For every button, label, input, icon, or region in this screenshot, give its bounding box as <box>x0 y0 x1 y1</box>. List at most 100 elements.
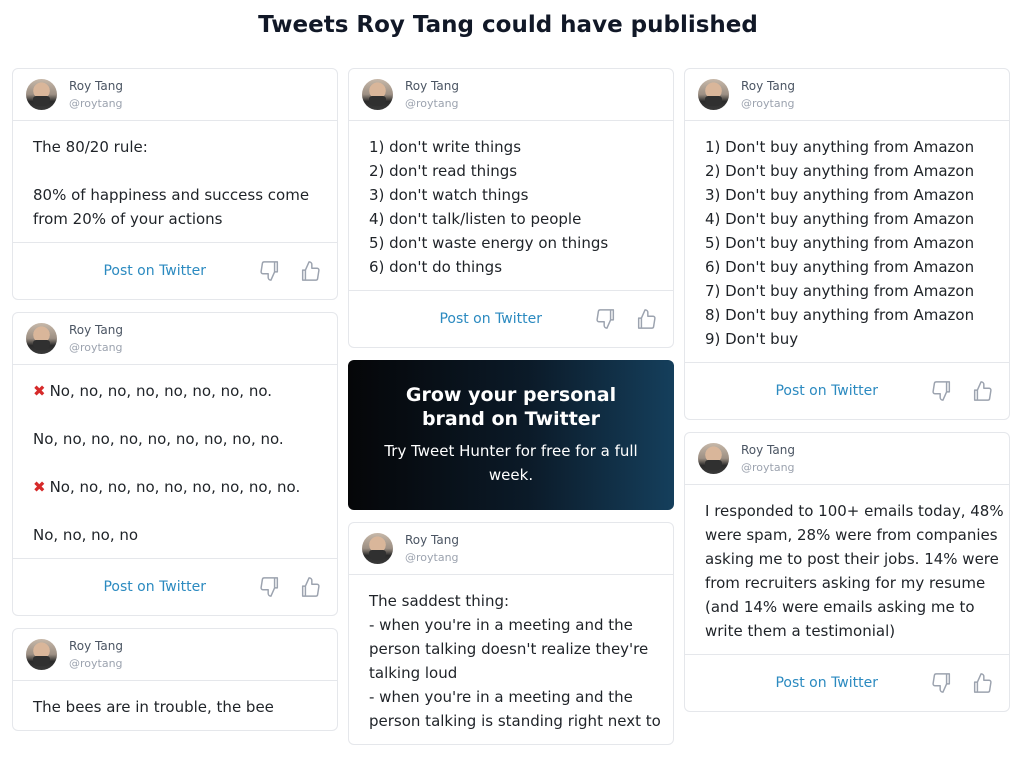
avatar <box>26 639 57 670</box>
tweet-line: person talking doesn't realize they're <box>369 640 649 658</box>
promo-subtitle: Try Tweet Hunter for free for a full wee… <box>384 442 638 484</box>
tweet-line: write them a testimonial) <box>705 622 896 640</box>
tweet-line: 6) Don't buy anything from Amazon <box>705 258 975 276</box>
post-on-twitter-link[interactable]: Post on Twitter <box>439 311 542 327</box>
avatar <box>362 79 393 110</box>
tweet-line <box>33 403 317 427</box>
author-handle: @roytang <box>69 340 123 354</box>
tweet-card: Roy Tang @roytang 1) don't write things … <box>348 68 674 348</box>
tweet-line: 1) Don't buy anything from Amazon <box>705 138 975 156</box>
promo-banner[interactable]: Grow your personal brand on Twitter Try … <box>348 360 674 510</box>
tweet-line <box>33 499 317 523</box>
tweet-line: from 20% of your actions <box>33 210 223 228</box>
tweet-line: No, no, no, no, no, no, no, no, no. <box>33 430 284 448</box>
author-name: Roy Tang <box>69 638 123 653</box>
tweet-line: The 80/20 rule: <box>33 138 148 156</box>
tweet-line: 8) Don't buy anything from Amazon <box>705 306 975 324</box>
post-on-twitter-link[interactable]: Post on Twitter <box>103 579 206 595</box>
tweet-line: 5) don't waste energy on things <box>369 234 609 252</box>
author-handle: @roytang <box>69 96 123 110</box>
thumbs-up-icon[interactable] <box>635 308 657 330</box>
tweet-line: talking loud <box>369 664 458 682</box>
tweet-line: 3) Don't buy anything from Amazon <box>705 186 975 204</box>
avatar <box>698 443 729 474</box>
tweet-text: The bees are in trouble, the bee <box>13 681 337 730</box>
tweet-line: 2) Don't buy anything from Amazon <box>705 162 975 180</box>
tweet-line: 4) Don't buy anything from Amazon <box>705 210 975 228</box>
thumbs-up-icon[interactable] <box>971 672 993 694</box>
tweet-line: No, no, no, no, no, no, no, no, no. <box>49 478 301 496</box>
tweet-text: I responded to 100+ emails today, 48% we… <box>685 485 1009 654</box>
promo-title: Grow your personal brand on Twitter <box>405 384 617 430</box>
tweet-line: I responded to 100+ emails today, 48% <box>705 502 1004 520</box>
thumbs-up-icon[interactable] <box>299 260 321 282</box>
tweet-column-2: Roy Tang @roytang 1) don't write things … <box>348 68 674 757</box>
post-on-twitter-link[interactable]: Post on Twitter <box>775 383 878 399</box>
author-name: Roy Tang <box>741 442 795 457</box>
tweet-card: Roy Tang @roytang The 80/20 rule: 80% of… <box>12 68 338 300</box>
avatar <box>362 533 393 564</box>
thumbs-down-icon[interactable] <box>259 576 281 598</box>
tweet-header: Roy Tang @roytang <box>13 69 337 121</box>
tweet-header: Roy Tang @roytang <box>685 433 1009 485</box>
tweet-card: Roy Tang @roytang 1) Don't buy anything … <box>684 68 1010 420</box>
thumbs-down-icon[interactable] <box>931 380 953 402</box>
page-title: Tweets Roy Tang could have published <box>258 12 758 38</box>
tweet-text: The saddest thing: - when you're in a me… <box>349 575 673 744</box>
thumbs-down-icon[interactable] <box>931 672 953 694</box>
post-on-twitter-link[interactable]: Post on Twitter <box>103 263 206 279</box>
tweet-footer: Post on Twitter <box>13 558 337 615</box>
tweet-line: 5) Don't buy anything from Amazon <box>705 234 975 252</box>
author-handle: @roytang <box>405 96 459 110</box>
tweet-header: Roy Tang @roytang <box>685 69 1009 121</box>
tweet-footer: Post on Twitter <box>685 362 1009 419</box>
thumbs-up-icon[interactable] <box>971 380 993 402</box>
tweet-text: The 80/20 rule: 80% of happiness and suc… <box>13 121 337 242</box>
tweet-footer: Post on Twitter <box>349 290 673 347</box>
tweet-line <box>33 451 317 475</box>
author-name: Roy Tang <box>741 78 795 93</box>
thumbs-down-icon[interactable] <box>595 308 617 330</box>
tweet-line: 2) don't read things <box>369 162 518 180</box>
avatar <box>26 79 57 110</box>
tweet-header: Roy Tang @roytang <box>13 313 337 365</box>
tweet-text: 1) don't write things 2) don't read thin… <box>349 121 673 290</box>
post-on-twitter-link[interactable]: Post on Twitter <box>775 675 878 691</box>
tweet-column-1: Roy Tang @roytang The 80/20 rule: 80% of… <box>12 68 338 743</box>
tweet-line: person talking is standing right next to <box>369 712 661 730</box>
tweet-footer: Post on Twitter <box>685 654 1009 711</box>
author-handle: @roytang <box>741 460 795 474</box>
author-name: Roy Tang <box>69 322 123 337</box>
thumbs-down-icon[interactable] <box>259 260 281 282</box>
tweet-line: 6) don't do things <box>369 258 503 276</box>
tweet-line: - when you're in a meeting and the <box>369 616 633 634</box>
tweet-line: The saddest thing: <box>369 592 510 610</box>
tweet-card: Roy Tang @roytang I responded to 100+ em… <box>684 432 1010 712</box>
tweet-card: Roy Tang @roytang The saddest thing: - w… <box>348 522 674 745</box>
tweet-card: Roy Tang @roytang ✖ No, no, no, no, no, n… <box>12 312 338 616</box>
tweet-footer: Post on Twitter <box>13 242 337 299</box>
author-name: Roy Tang <box>405 532 459 547</box>
tweet-text: ✖ No, no, no, no, no, no, no, no. No, no,… <box>13 365 337 558</box>
tweet-line <box>33 159 317 183</box>
thumbs-up-icon[interactable] <box>299 576 321 598</box>
tweet-line: 7) Don't buy anything from Amazon <box>705 282 975 300</box>
tweet-line: No, no, no, no, no, no, no, no. <box>49 382 273 400</box>
cross-mark-icon: ✖ <box>33 382 46 400</box>
author-handle: @roytang <box>741 96 795 110</box>
tweet-line: (and 14% were emails asking me to <box>705 598 975 616</box>
tweet-line: 3) don't watch things <box>369 186 529 204</box>
tweet-column-3: Roy Tang @roytang 1) Don't buy anything … <box>684 68 1010 724</box>
avatar <box>698 79 729 110</box>
tweet-line: 80% of happiness and success come <box>33 186 310 204</box>
author-handle: @roytang <box>69 656 123 670</box>
tweet-line: asking me to post their jobs. 14% were <box>705 550 999 568</box>
tweet-line: 1) don't write things <box>369 138 522 156</box>
tweet-line: - when you're in a meeting and the <box>369 688 633 706</box>
author-handle: @roytang <box>405 550 459 564</box>
tweet-line: from recruiters asking for my resume <box>705 574 986 592</box>
tweet-header: Roy Tang @roytang <box>349 523 673 575</box>
tweet-line: were spam, 28% were from companies <box>705 526 998 544</box>
tweet-header: Roy Tang @roytang <box>13 629 337 681</box>
tweet-line: The bees are in trouble, the bee <box>33 698 274 716</box>
